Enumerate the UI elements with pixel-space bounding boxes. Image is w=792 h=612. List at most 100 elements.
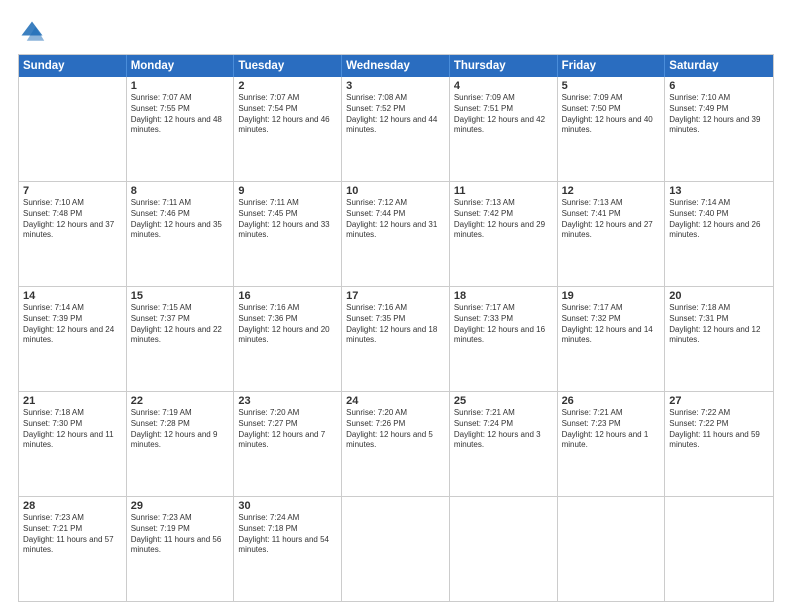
calendar-row: 21Sunrise: 7:18 AMSunset: 7:30 PMDayligh… <box>19 392 773 497</box>
calendar-header-cell: Wednesday <box>342 55 450 77</box>
calendar-cell: 14Sunrise: 7:14 AMSunset: 7:39 PMDayligh… <box>19 287 127 391</box>
calendar-row: 28Sunrise: 7:23 AMSunset: 7:21 PMDayligh… <box>19 497 773 601</box>
cell-info: Sunrise: 7:23 AMSunset: 7:19 PMDaylight:… <box>131 513 230 556</box>
calendar-header-cell: Thursday <box>450 55 558 77</box>
calendar-cell: 19Sunrise: 7:17 AMSunset: 7:32 PMDayligh… <box>558 287 666 391</box>
cell-day-number: 17 <box>346 290 445 302</box>
cell-info: Sunrise: 7:10 AMSunset: 7:49 PMDaylight:… <box>669 93 769 136</box>
cell-info: Sunrise: 7:20 AMSunset: 7:26 PMDaylight:… <box>346 408 445 451</box>
calendar: SundayMondayTuesdayWednesdayThursdayFrid… <box>18 54 774 602</box>
logo <box>18 18 50 46</box>
cell-day-number: 28 <box>23 500 122 512</box>
calendar-cell: 28Sunrise: 7:23 AMSunset: 7:21 PMDayligh… <box>19 497 127 601</box>
page: SundayMondayTuesdayWednesdayThursdayFrid… <box>0 0 792 612</box>
cell-info: Sunrise: 7:14 AMSunset: 7:39 PMDaylight:… <box>23 303 122 346</box>
cell-info: Sunrise: 7:22 AMSunset: 7:22 PMDaylight:… <box>669 408 769 451</box>
cell-day-number: 6 <box>669 80 769 92</box>
cell-day-number: 16 <box>238 290 337 302</box>
calendar-cell: 7Sunrise: 7:10 AMSunset: 7:48 PMDaylight… <box>19 182 127 286</box>
calendar-cell: 11Sunrise: 7:13 AMSunset: 7:42 PMDayligh… <box>450 182 558 286</box>
calendar-cell: 29Sunrise: 7:23 AMSunset: 7:19 PMDayligh… <box>127 497 235 601</box>
cell-day-number: 4 <box>454 80 553 92</box>
calendar-cell: 6Sunrise: 7:10 AMSunset: 7:49 PMDaylight… <box>665 77 773 181</box>
calendar-cell: 27Sunrise: 7:22 AMSunset: 7:22 PMDayligh… <box>665 392 773 496</box>
calendar-header-cell: Tuesday <box>234 55 342 77</box>
cell-day-number: 14 <box>23 290 122 302</box>
cell-day-number: 26 <box>562 395 661 407</box>
calendar-cell: 9Sunrise: 7:11 AMSunset: 7:45 PMDaylight… <box>234 182 342 286</box>
cell-day-number: 11 <box>454 185 553 197</box>
cell-info: Sunrise: 7:10 AMSunset: 7:48 PMDaylight:… <box>23 198 122 241</box>
calendar-cell: 1Sunrise: 7:07 AMSunset: 7:55 PMDaylight… <box>127 77 235 181</box>
calendar-cell: 24Sunrise: 7:20 AMSunset: 7:26 PMDayligh… <box>342 392 450 496</box>
cell-info: Sunrise: 7:21 AMSunset: 7:24 PMDaylight:… <box>454 408 553 451</box>
cell-day-number: 29 <box>131 500 230 512</box>
calendar-cell: 25Sunrise: 7:21 AMSunset: 7:24 PMDayligh… <box>450 392 558 496</box>
cell-day-number: 22 <box>131 395 230 407</box>
cell-info: Sunrise: 7:08 AMSunset: 7:52 PMDaylight:… <box>346 93 445 136</box>
cell-info: Sunrise: 7:18 AMSunset: 7:30 PMDaylight:… <box>23 408 122 451</box>
calendar-cell: 2Sunrise: 7:07 AMSunset: 7:54 PMDaylight… <box>234 77 342 181</box>
cell-day-number: 10 <box>346 185 445 197</box>
calendar-cell: 18Sunrise: 7:17 AMSunset: 7:33 PMDayligh… <box>450 287 558 391</box>
calendar-cell: 21Sunrise: 7:18 AMSunset: 7:30 PMDayligh… <box>19 392 127 496</box>
cell-info: Sunrise: 7:09 AMSunset: 7:51 PMDaylight:… <box>454 93 553 136</box>
calendar-cell <box>342 497 450 601</box>
calendar-cell: 30Sunrise: 7:24 AMSunset: 7:18 PMDayligh… <box>234 497 342 601</box>
cell-day-number: 24 <box>346 395 445 407</box>
calendar-row: 1Sunrise: 7:07 AMSunset: 7:55 PMDaylight… <box>19 77 773 182</box>
cell-day-number: 15 <box>131 290 230 302</box>
cell-day-number: 3 <box>346 80 445 92</box>
cell-day-number: 21 <box>23 395 122 407</box>
calendar-cell: 20Sunrise: 7:18 AMSunset: 7:31 PMDayligh… <box>665 287 773 391</box>
cell-day-number: 2 <box>238 80 337 92</box>
cell-info: Sunrise: 7:23 AMSunset: 7:21 PMDaylight:… <box>23 513 122 556</box>
cell-info: Sunrise: 7:18 AMSunset: 7:31 PMDaylight:… <box>669 303 769 346</box>
calendar-cell: 5Sunrise: 7:09 AMSunset: 7:50 PMDaylight… <box>558 77 666 181</box>
cell-day-number: 18 <box>454 290 553 302</box>
cell-info: Sunrise: 7:16 AMSunset: 7:35 PMDaylight:… <box>346 303 445 346</box>
cell-info: Sunrise: 7:13 AMSunset: 7:42 PMDaylight:… <box>454 198 553 241</box>
cell-info: Sunrise: 7:11 AMSunset: 7:46 PMDaylight:… <box>131 198 230 241</box>
logo-icon <box>18 18 46 46</box>
cell-info: Sunrise: 7:21 AMSunset: 7:23 PMDaylight:… <box>562 408 661 451</box>
cell-info: Sunrise: 7:09 AMSunset: 7:50 PMDaylight:… <box>562 93 661 136</box>
cell-info: Sunrise: 7:07 AMSunset: 7:55 PMDaylight:… <box>131 93 230 136</box>
cell-info: Sunrise: 7:19 AMSunset: 7:28 PMDaylight:… <box>131 408 230 451</box>
cell-info: Sunrise: 7:20 AMSunset: 7:27 PMDaylight:… <box>238 408 337 451</box>
cell-day-number: 30 <box>238 500 337 512</box>
cell-info: Sunrise: 7:15 AMSunset: 7:37 PMDaylight:… <box>131 303 230 346</box>
cell-info: Sunrise: 7:24 AMSunset: 7:18 PMDaylight:… <box>238 513 337 556</box>
calendar-cell: 13Sunrise: 7:14 AMSunset: 7:40 PMDayligh… <box>665 182 773 286</box>
calendar-body: 1Sunrise: 7:07 AMSunset: 7:55 PMDaylight… <box>19 77 773 601</box>
calendar-row: 7Sunrise: 7:10 AMSunset: 7:48 PMDaylight… <box>19 182 773 287</box>
calendar-cell: 23Sunrise: 7:20 AMSunset: 7:27 PMDayligh… <box>234 392 342 496</box>
calendar-cell <box>665 497 773 601</box>
cell-day-number: 13 <box>669 185 769 197</box>
cell-day-number: 7 <box>23 185 122 197</box>
cell-info: Sunrise: 7:17 AMSunset: 7:33 PMDaylight:… <box>454 303 553 346</box>
calendar-cell: 8Sunrise: 7:11 AMSunset: 7:46 PMDaylight… <box>127 182 235 286</box>
calendar-cell: 17Sunrise: 7:16 AMSunset: 7:35 PMDayligh… <box>342 287 450 391</box>
cell-day-number: 1 <box>131 80 230 92</box>
cell-day-number: 20 <box>669 290 769 302</box>
cell-info: Sunrise: 7:11 AMSunset: 7:45 PMDaylight:… <box>238 198 337 241</box>
calendar-cell: 4Sunrise: 7:09 AMSunset: 7:51 PMDaylight… <box>450 77 558 181</box>
header <box>18 18 774 46</box>
calendar-cell: 3Sunrise: 7:08 AMSunset: 7:52 PMDaylight… <box>342 77 450 181</box>
calendar-cell <box>19 77 127 181</box>
calendar-cell <box>558 497 666 601</box>
cell-day-number: 27 <box>669 395 769 407</box>
calendar-header-cell: Monday <box>127 55 235 77</box>
cell-day-number: 9 <box>238 185 337 197</box>
calendar-cell: 26Sunrise: 7:21 AMSunset: 7:23 PMDayligh… <box>558 392 666 496</box>
cell-info: Sunrise: 7:12 AMSunset: 7:44 PMDaylight:… <box>346 198 445 241</box>
calendar-cell: 12Sunrise: 7:13 AMSunset: 7:41 PMDayligh… <box>558 182 666 286</box>
calendar-row: 14Sunrise: 7:14 AMSunset: 7:39 PMDayligh… <box>19 287 773 392</box>
cell-info: Sunrise: 7:16 AMSunset: 7:36 PMDaylight:… <box>238 303 337 346</box>
calendar-cell: 10Sunrise: 7:12 AMSunset: 7:44 PMDayligh… <box>342 182 450 286</box>
cell-info: Sunrise: 7:13 AMSunset: 7:41 PMDaylight:… <box>562 198 661 241</box>
calendar-cell: 15Sunrise: 7:15 AMSunset: 7:37 PMDayligh… <box>127 287 235 391</box>
cell-info: Sunrise: 7:07 AMSunset: 7:54 PMDaylight:… <box>238 93 337 136</box>
calendar-cell: 16Sunrise: 7:16 AMSunset: 7:36 PMDayligh… <box>234 287 342 391</box>
